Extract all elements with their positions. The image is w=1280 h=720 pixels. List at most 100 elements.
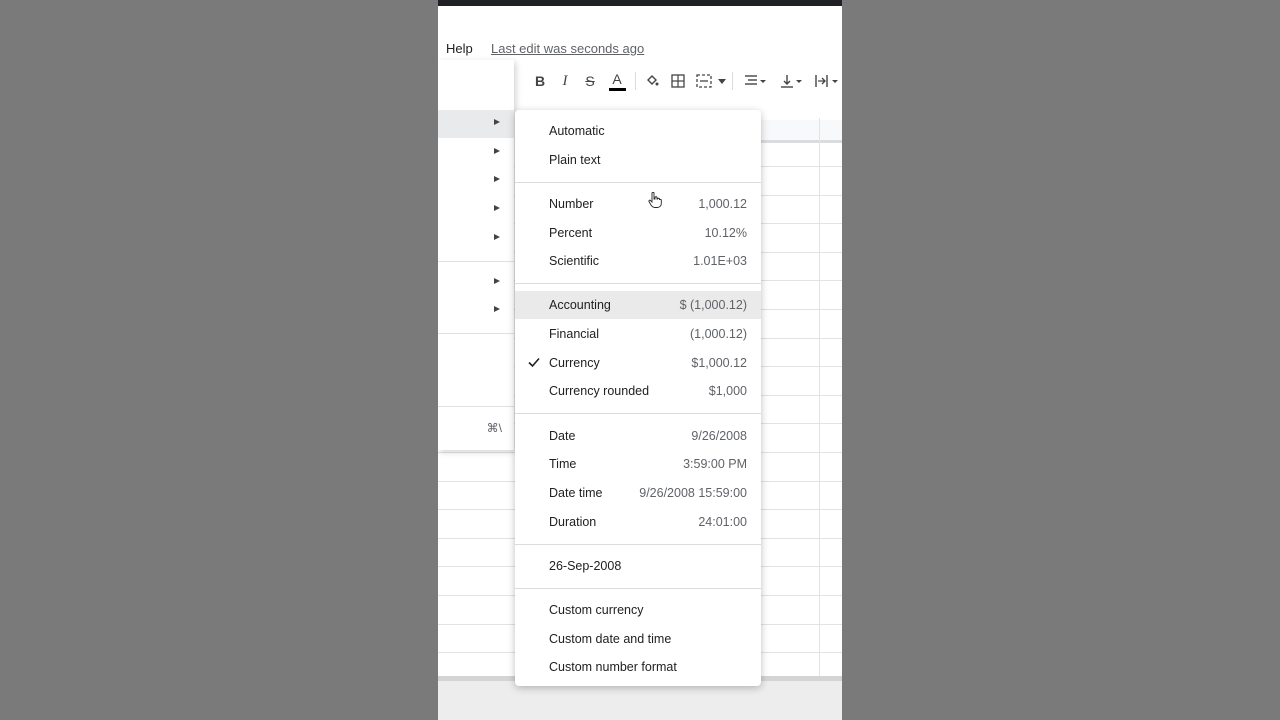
format-option-plain-text[interactable]: Plain text <box>515 146 761 174</box>
submenu-arrow-icon <box>494 148 500 154</box>
format-option-date[interactable]: Date 9/26/2008 <box>515 422 761 450</box>
menu-separator <box>515 543 761 545</box>
merge-dropdown-arrow[interactable] <box>717 64 727 98</box>
format-option-label: Financial <box>549 327 600 341</box>
menu-separator <box>515 283 761 285</box>
text-color-swatch <box>608 87 626 91</box>
format-menu-item[interactable] <box>438 196 514 224</box>
format-option-label: Currency rounded <box>549 384 650 399</box>
format-option-number[interactable]: Number 1,000.12 <box>515 190 761 218</box>
format-option-automatic[interactable]: Automatic <box>515 117 761 145</box>
borders-button[interactable] <box>668 64 688 98</box>
last-edit-link[interactable]: Last edit was seconds ago <box>491 41 644 56</box>
format-option-example: $1,000 <box>708 384 747 399</box>
format-option-label: Time <box>549 457 577 472</box>
format-menu-item[interactable] <box>438 167 514 195</box>
align-icon <box>745 75 766 85</box>
format-option-label: Percent <box>549 225 593 240</box>
italic-button[interactable]: I <box>555 64 575 98</box>
submenu-arrow-icon <box>494 306 500 312</box>
format-option-accounting[interactable]: Accounting $ (1,000.12) <box>515 291 761 320</box>
submenu-arrow-icon <box>494 278 500 284</box>
bold-icon: B <box>534 73 546 89</box>
submenu-arrow-icon <box>494 176 500 182</box>
number-format-submenu: Automatic Plain text Number 1,000.12 Percent… <box>515 110 761 686</box>
format-option-example: 24:01:00 <box>698 514 747 529</box>
menu-separator <box>515 181 761 183</box>
horizontal-align-button[interactable] <box>740 64 770 98</box>
format-menu-item-number[interactable] <box>438 110 514 138</box>
submenu-arrow-icon <box>494 119 500 125</box>
merge-cells-icon <box>696 74 712 88</box>
format-option-example: 3:59:00 PM <box>683 457 747 472</box>
checkmark-icon <box>527 355 541 374</box>
format-option-label: Date time <box>549 485 603 500</box>
menu-separator <box>438 406 514 407</box>
format-option-date-time[interactable]: Date time 9/26/2008 15:59:00 <box>515 479 761 507</box>
format-option-example: 1.01E+03 <box>693 254 747 269</box>
sheets-window: Help Last edit was seconds ago B I S A ⌘… <box>438 0 842 720</box>
menu-separator <box>438 333 514 334</box>
fill-color-button[interactable] <box>642 64 662 98</box>
format-option-label: Duration <box>549 514 597 529</box>
format-option-label: Plain text <box>549 152 601 167</box>
menu-separator <box>515 413 761 415</box>
menu-separator <box>438 261 514 262</box>
format-menu-item[interactable] <box>438 297 514 325</box>
format-option-custom-number-format[interactable]: Custom number format <box>515 653 761 681</box>
format-menu-item[interactable] <box>438 225 514 253</box>
format-option-custom-currency[interactable]: Custom currency <box>515 596 761 624</box>
text-wrap-icon <box>815 75 838 87</box>
merge-cells-button[interactable] <box>694 64 714 98</box>
text-wrap-button[interactable] <box>812 64 842 98</box>
format-option-example: (1,000.12) <box>690 327 747 341</box>
format-option-currency[interactable]: Currency $1,000.12 <box>515 349 761 377</box>
format-menu-item[interactable] <box>438 139 514 167</box>
shortcut-label: ⌘\ <box>486 421 502 435</box>
format-option-currency-rounded[interactable]: Currency rounded $1,000 <box>515 377 761 405</box>
format-menu-item[interactable] <box>438 269 514 297</box>
format-option-label: Date <box>549 428 576 443</box>
format-option-label: Automatic <box>549 124 605 138</box>
strikethrough-button[interactable]: S <box>580 64 600 98</box>
submenu-arrow-icon <box>494 234 500 240</box>
title-bar <box>438 0 842 6</box>
format-option-label: Number <box>549 196 594 211</box>
toolbar: B I S A <box>510 64 842 98</box>
vertical-align-button[interactable] <box>776 64 806 98</box>
bold-button[interactable]: B <box>530 64 550 98</box>
format-option-example: 10.12% <box>704 225 747 240</box>
text-color-button[interactable]: A <box>606 64 628 98</box>
submenu-arrow-icon <box>494 205 500 211</box>
format-option-custom-date-and-time[interactable]: Custom date and time <box>515 625 761 653</box>
format-option-label: 26-Sep-2008 <box>549 558 622 573</box>
format-option-example: 1,000.12 <box>698 196 747 211</box>
toolbar-divider <box>635 72 636 90</box>
fill-color-icon <box>647 75 659 86</box>
caret-down-icon <box>718 78 726 84</box>
strikethrough-icon: S <box>585 73 595 89</box>
format-option-example: 9/26/2008 <box>691 428 747 443</box>
format-option-percent[interactable]: Percent 10.12% <box>515 219 761 247</box>
format-option-label: Scientific <box>549 254 600 269</box>
menu-separator <box>515 587 761 589</box>
format-option-duration[interactable]: Duration 24:01:00 <box>515 508 761 536</box>
format-option-label: Custom currency <box>549 602 644 617</box>
toolbar-divider <box>732 72 733 90</box>
letterbox-left <box>0 0 438 720</box>
format-option-label: Custom number format <box>549 660 677 675</box>
vertical-align-icon <box>781 75 802 88</box>
format-option-financial[interactable]: Financial (1,000.12) <box>515 320 761 348</box>
format-option-time[interactable]: Time 3:59:00 PM <box>515 450 761 478</box>
italic-icon: I <box>562 72 568 89</box>
format-option-example: $1,000.12 <box>691 355 747 370</box>
column-header[interactable]: G <box>761 120 842 143</box>
format-option-26-sep-2008[interactable]: 26-Sep-2008 <box>515 552 761 580</box>
format-option-scientific[interactable]: Scientific 1.01E+03 <box>515 247 761 275</box>
hand-cursor-icon <box>648 191 662 213</box>
letterbox-right <box>842 0 1280 720</box>
borders-icon <box>671 74 685 88</box>
menu-help[interactable]: Help <box>446 41 473 56</box>
format-menu: ⌘\ <box>438 60 514 450</box>
format-option-label: Accounting <box>549 298 611 313</box>
